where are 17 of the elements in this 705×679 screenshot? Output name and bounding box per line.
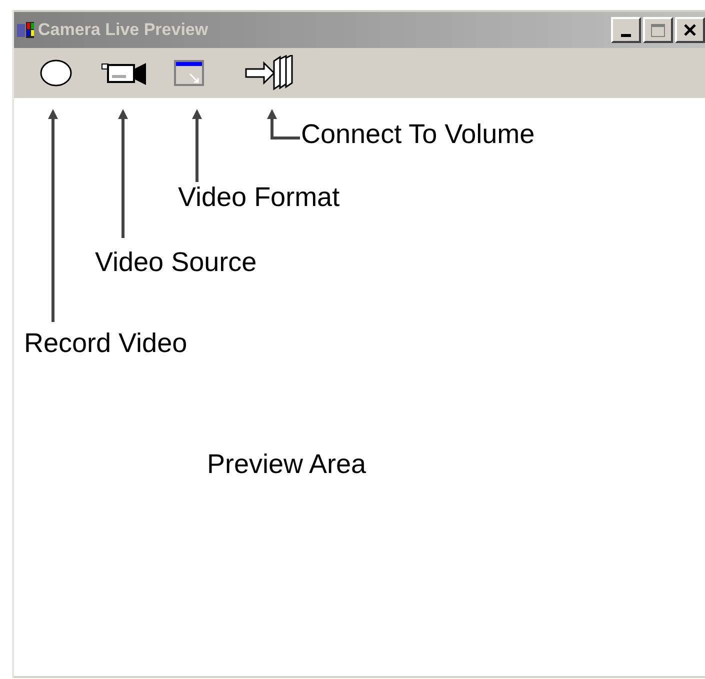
- annotation-label: Record Video: [24, 330, 188, 357]
- toolbar-button[interactable]: [244, 53, 296, 93]
- minimize-button[interactable]: [611, 17, 641, 43]
- preview-area-label: Preview Area: [207, 451, 366, 478]
- window-format-icon: [174, 60, 204, 86]
- annotation-label: Connect To Volume: [301, 121, 535, 148]
- record-circle-icon: [40, 59, 72, 87]
- arrow-pages-icon: [244, 55, 296, 91]
- maximize-button[interactable]: [643, 17, 673, 43]
- annotation-label: Video Format: [178, 184, 340, 211]
- app-icon: [17, 21, 35, 39]
- leader-arrow: [267, 109, 300, 140]
- video-camera-icon: [100, 60, 148, 86]
- window-title: Camera Live Preview: [38, 19, 208, 42]
- close-icon: [683, 23, 697, 37]
- close-button[interactable]: [675, 17, 705, 43]
- annotation-label: Video Source: [95, 249, 257, 276]
